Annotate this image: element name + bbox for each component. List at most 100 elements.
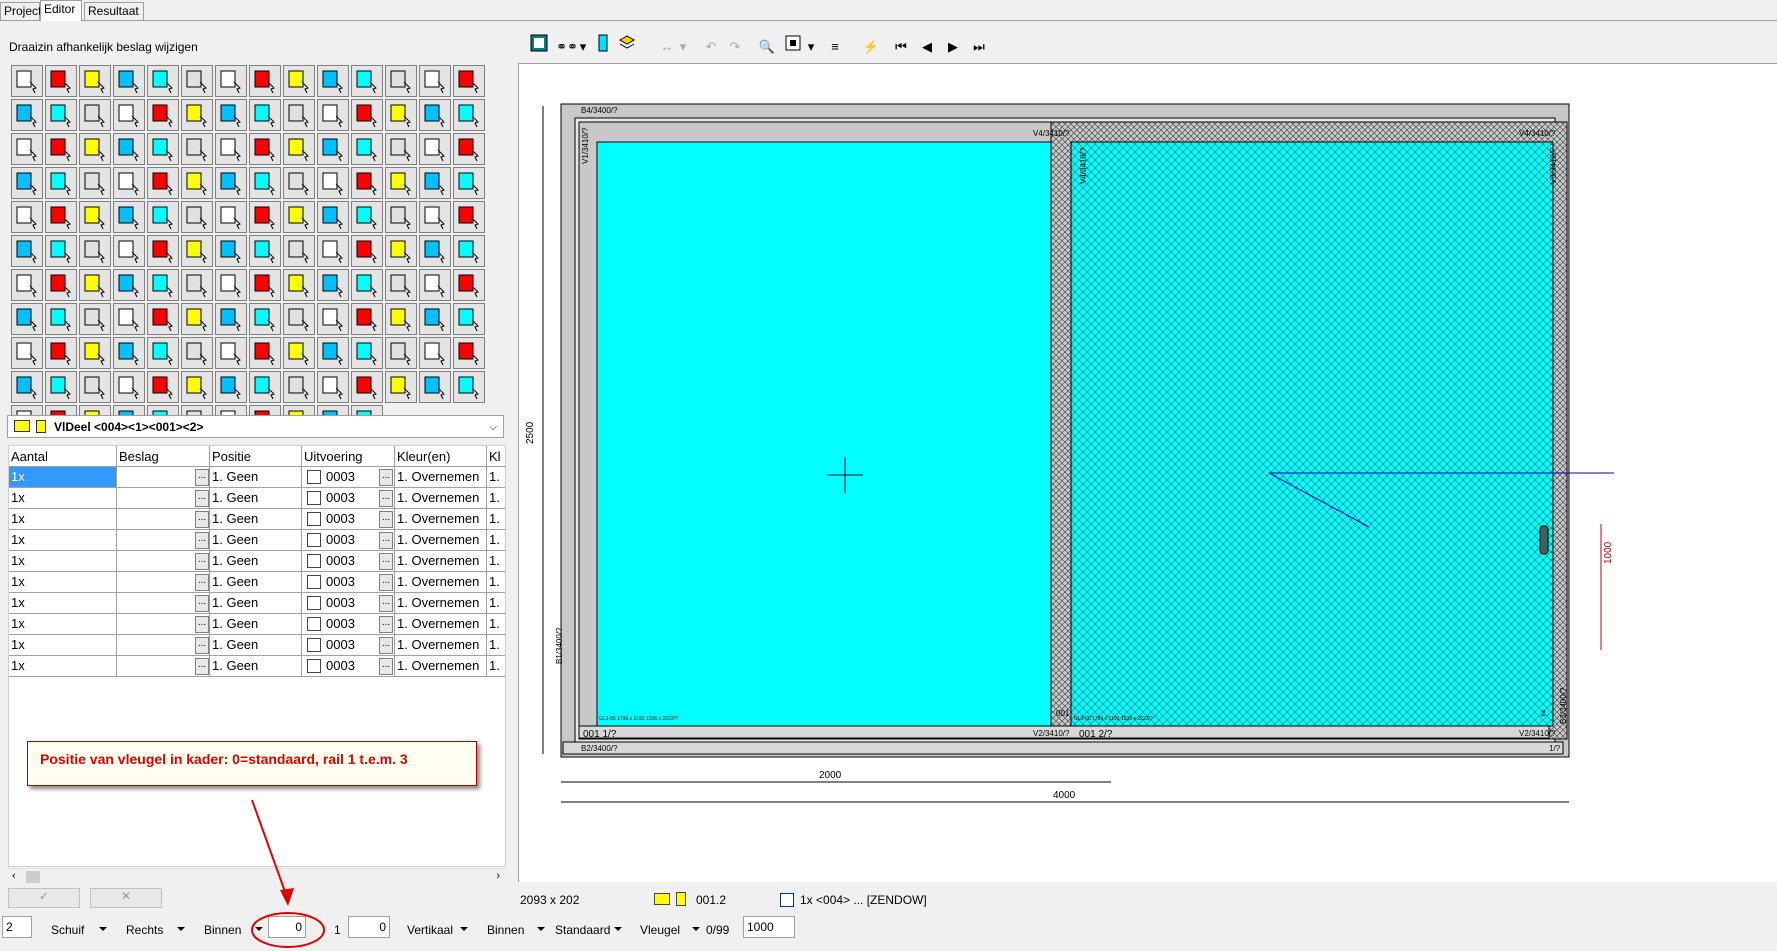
hardware-tool-icon[interactable] — [419, 371, 451, 403]
zoom-icon[interactable]: 🔍 — [756, 34, 778, 60]
hardware-tool-icon[interactable] — [45, 167, 77, 199]
hardware-tool-icon[interactable] — [419, 201, 451, 233]
previous-icon[interactable]: ◀ — [916, 34, 938, 60]
hardware-tool-icon[interactable] — [351, 269, 383, 301]
cell-kleur[interactable]: 1. Overnemen — [395, 530, 487, 551]
hardware-tool-icon[interactable] — [385, 167, 417, 199]
dimension-dropdown-icon[interactable]: ▾ — [678, 34, 688, 60]
cell-kl[interactable]: 1. — [487, 593, 505, 614]
cell-aantal[interactable]: 1x — [9, 551, 117, 572]
hardware-tool-icon[interactable] — [283, 235, 315, 267]
beslag-dots-button[interactable]: ... — [195, 490, 209, 507]
hardware-tool-icon[interactable] — [453, 65, 485, 97]
cell-kl[interactable]: 1. — [487, 488, 505, 509]
uitvoering-dots-button[interactable]: ... — [379, 595, 393, 612]
cell-aantal[interactable]: 1x — [9, 530, 117, 551]
hardware-tool-icon[interactable] — [147, 303, 179, 335]
redo-icon[interactable]: ↷ — [724, 34, 746, 60]
beslag-dots-button[interactable]: ... — [195, 595, 209, 612]
hardware-tool-icon[interactable] — [113, 371, 145, 403]
hardware-tool-icon[interactable] — [181, 133, 213, 165]
hardware-tool-icon[interactable] — [453, 371, 485, 403]
hardware-tool-icon[interactable] — [317, 167, 349, 199]
cell-positie[interactable]: 1. Geen — [210, 635, 302, 656]
hardware-tool-icon[interactable] — [453, 99, 485, 131]
hardware-tool-icon[interactable] — [181, 337, 213, 369]
scroll-left-icon[interactable]: ‹ — [12, 870, 16, 882]
hardware-tool-icon[interactable] — [249, 235, 281, 267]
confirm-button[interactable]: ✓ — [8, 888, 80, 908]
hardware-tool-icon[interactable] — [147, 167, 179, 199]
hardware-tool-icon[interactable] — [45, 269, 77, 301]
hardware-tool-icon[interactable] — [283, 337, 315, 369]
hardware-tool-icon[interactable] — [351, 99, 383, 131]
hardware-tool-icon[interactable] — [419, 303, 451, 335]
col-header-beslag[interactable]: Beslag — [117, 446, 210, 467]
hardware-tool-icon[interactable] — [249, 303, 281, 335]
hardware-tool-icon[interactable] — [317, 133, 349, 165]
hardware-tool-icon[interactable] — [113, 303, 145, 335]
hardware-tool-icon[interactable] — [181, 235, 213, 267]
select-orientation[interactable]: Vertikaal — [407, 923, 453, 937]
cell-kleur[interactable]: 1. Overnemen — [395, 509, 487, 530]
hardware-tool-icon[interactable] — [385, 99, 417, 131]
hardware-tool-icon[interactable] — [11, 99, 43, 131]
uitvoering-dots-button[interactable]: ... — [379, 469, 393, 486]
hardware-tool-icon[interactable] — [385, 269, 417, 301]
hardware-tool-icon[interactable] — [283, 167, 315, 199]
hardware-tool-icon[interactable] — [113, 167, 145, 199]
col-header-uitvoering[interactable]: Uitvoering — [302, 446, 395, 467]
hardware-tool-icon[interactable] — [79, 303, 111, 335]
cell-kl[interactable]: 1. — [487, 467, 505, 488]
cell-positie[interactable]: 1. Geen — [210, 530, 302, 551]
hardware-tool-icon[interactable] — [419, 133, 451, 165]
hardware-tool-icon[interactable] — [215, 303, 247, 335]
beslag-dots-button[interactable]: ... — [195, 532, 209, 549]
cell-kl[interactable]: 1. — [487, 635, 505, 656]
hardware-tool-icon[interactable] — [79, 371, 111, 403]
hardware-tool-icon[interactable] — [11, 133, 43, 165]
hardware-tool-icon[interactable] — [317, 201, 349, 233]
tab-project[interactable]: Project — [0, 2, 41, 20]
first-icon[interactable]: ⏮ — [890, 34, 912, 60]
hardware-tool-icon[interactable] — [181, 167, 213, 199]
hardware-tool-icon[interactable] — [11, 303, 43, 335]
hardware-tool-icon[interactable] — [215, 65, 247, 97]
hardware-tool-icon[interactable] — [453, 235, 485, 267]
col-header-kleur[interactable]: Kleur(en) — [395, 446, 487, 467]
beslag-dots-button[interactable]: ... — [195, 511, 209, 528]
hardware-tool-icon[interactable] — [317, 303, 349, 335]
glasses-dropdown-icon[interactable]: ▾ — [578, 34, 588, 60]
hardware-tool-icon[interactable] — [215, 133, 247, 165]
hardware-tool-icon[interactable] — [419, 167, 451, 199]
select-in2[interactable]: Binnen — [487, 923, 524, 937]
hardware-tool-icon[interactable] — [113, 99, 145, 131]
hardware-tool-icon[interactable] — [11, 201, 43, 233]
hardware-tool-icon[interactable] — [45, 303, 77, 335]
hardware-tool-icon[interactable] — [45, 201, 77, 233]
hardware-tool-icon[interactable] — [11, 371, 43, 403]
orientation-dropdown-icon[interactable] — [460, 927, 468, 931]
beslag-dots-button[interactable]: ... — [195, 637, 209, 654]
hardware-tool-icon[interactable] — [283, 371, 315, 403]
hardware-tool-icon[interactable] — [147, 133, 179, 165]
hardware-tool-icon[interactable] — [351, 133, 383, 165]
hardware-tool-icon[interactable] — [351, 337, 383, 369]
beslag-dots-button[interactable]: ... — [195, 553, 209, 570]
hardware-tool-icon[interactable] — [11, 269, 43, 301]
hardware-tool-icon[interactable] — [283, 99, 315, 131]
dimension-icon[interactable]: ↔ — [656, 34, 678, 60]
cancel-button[interactable]: ✕ — [90, 888, 162, 908]
drawing-canvas[interactable]: B4/3400/? V4/3410/? V4/3410/? B1/3400/? … — [518, 63, 1777, 882]
cell-aantal[interactable]: 1x — [9, 488, 117, 509]
hardware-tool-icon[interactable] — [45, 133, 77, 165]
hardware-tool-icon[interactable] — [419, 337, 451, 369]
cell-positie[interactable]: 1. Geen — [210, 509, 302, 530]
align-left-icon[interactable]: ≡ — [824, 34, 846, 60]
hardware-tool-icon[interactable] — [79, 133, 111, 165]
hardware-tool-icon[interactable] — [215, 99, 247, 131]
hardware-tool-icon[interactable] — [45, 235, 77, 267]
hardware-tool-icon[interactable] — [317, 65, 349, 97]
uitvoering-dots-button[interactable]: ... — [379, 553, 393, 570]
hardware-tool-icon[interactable] — [283, 201, 315, 233]
